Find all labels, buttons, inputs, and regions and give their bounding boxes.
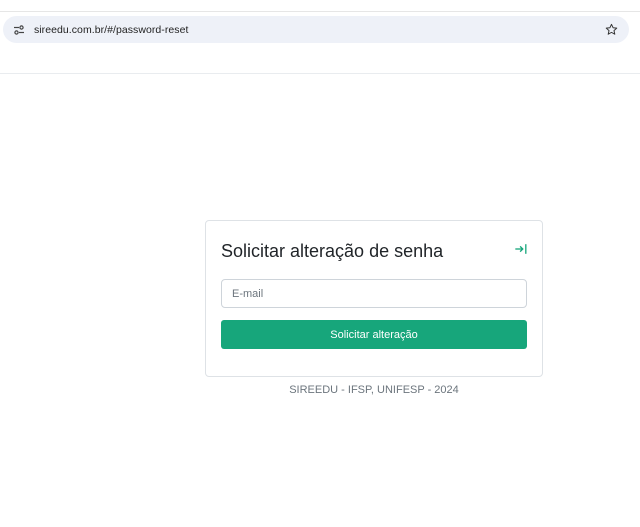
browser-divider <box>0 11 640 12</box>
password-reset-card: Solicitar alteração de senha Solicitar a… <box>205 220 543 377</box>
request-change-button[interactable]: Solicitar alteração <box>221 320 527 349</box>
email-field[interactable] <box>221 279 527 308</box>
url-text[interactable]: sireedu.com.br/#/password-reset <box>34 24 604 36</box>
address-bar[interactable]: sireedu.com.br/#/password-reset <box>3 16 629 43</box>
card-title: Solicitar alteração de senha <box>221 241 444 261</box>
header-divider <box>0 73 640 74</box>
bookmark-star-icon[interactable] <box>604 23 618 37</box>
footer-copyright: SIREEDU - IFSP, UNIFESP - 2024 <box>289 384 459 396</box>
login-arrow-icon[interactable] <box>513 241 529 257</box>
site-info-icon[interactable] <box>12 23 26 37</box>
